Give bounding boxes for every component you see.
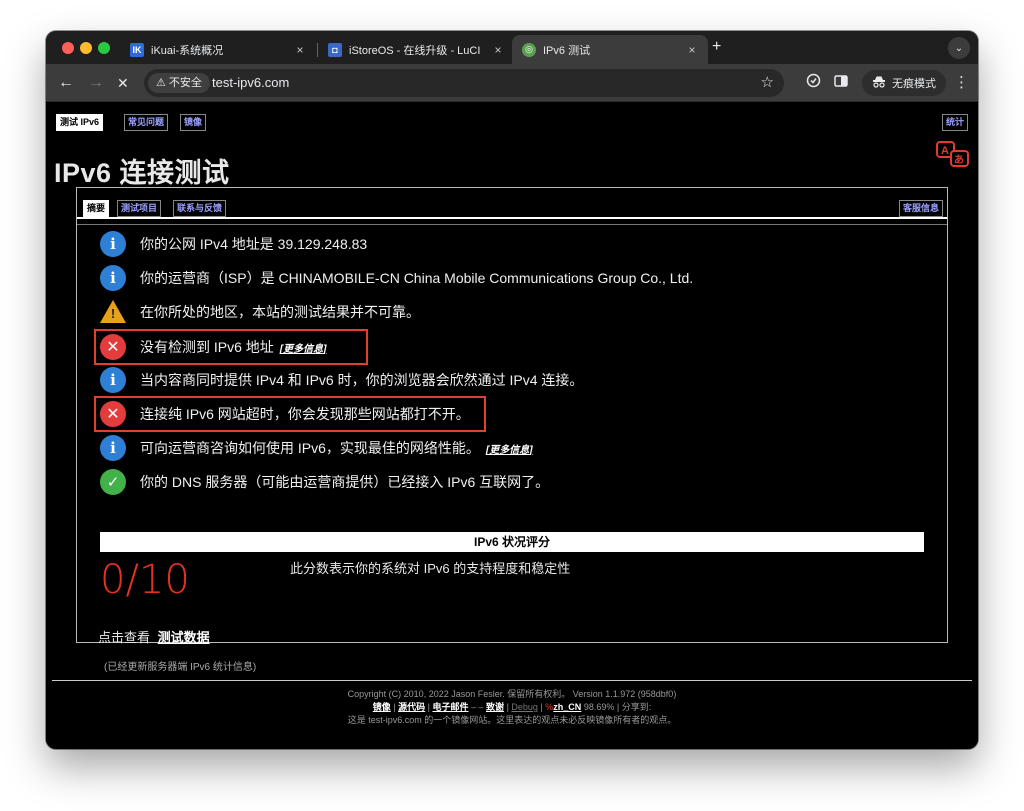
stats-updated-note: (已经更新服务器端 IPv6 统计信息) (104, 662, 257, 673)
page-content: 测试 IPv6 常见问题 镜像 统计 Aあ IPv6 连接测试 摘要 测试项目 … (46, 103, 978, 749)
svg-text:あ: あ (954, 153, 964, 166)
translate-icon[interactable]: Aあ (936, 141, 972, 176)
info-icon: i (100, 435, 126, 461)
tab-title: iStoreOS - 在线升级 - LuCI (349, 44, 481, 57)
ipv6-favicon-icon: ◎ (522, 42, 536, 57)
warning-icon: ⚠ (156, 77, 166, 89)
tab-stats[interactable]: 统计 (942, 114, 969, 131)
incognito-indicator[interactable]: 无痕模式 (862, 70, 946, 96)
tab-faq[interactable]: 常见问题 (124, 114, 169, 131)
result-row-dns: ✓ 你的 DNS 服务器（可能由运营商提供）已经接入 IPv6 互联网了。 (100, 467, 549, 497)
divider (77, 217, 947, 219)
test-data-prefix: 点击查看 (98, 630, 151, 645)
source-link[interactable]: 源代码 (398, 702, 425, 712)
score-value: 0/10 (100, 557, 190, 603)
footer-links: 镜像 | 源代码 | 电子邮件 – – 致谢 | Debug | %zh_CN … (372, 702, 652, 712)
close-tab-icon[interactable]: × (292, 43, 308, 57)
email-link[interactable]: 电子邮件 (432, 702, 468, 712)
tab-search-chevron-icon[interactable]: ⌄ (948, 37, 970, 59)
info-icon: i (100, 265, 126, 291)
browser-window: IK iKuai-系统概况 × ◘ iStoreOS - 在线升级 - LuCI… (46, 31, 978, 749)
copyright-text: Copyright (C) 2010, 2022 Jason Fesler. 保… (347, 689, 677, 699)
incognito-label: 无痕模式 (892, 78, 936, 90)
dash: – (471, 702, 477, 712)
url-text[interactable]: test-ipv6.com (212, 69, 289, 97)
test-data-link[interactable]: 测试数据 (158, 630, 210, 645)
tab-ikuai[interactable]: IK iKuai-系统概况 × (120, 35, 316, 64)
footer: Copyright (C) 2010, 2022 Jason Fesler. 保… (46, 688, 978, 727)
debug-link[interactable]: Debug (511, 702, 538, 712)
thanks-link[interactable]: 致谢 (486, 702, 504, 712)
locale-link[interactable]: zh_CN (553, 702, 581, 712)
tab-ipv6-test[interactable]: ◎ IPv6 测试 × (512, 35, 708, 64)
check-icon: ✓ (100, 469, 126, 495)
result-row-region: ! 在你所处的地区，本站的测试结果并不可靠。 (100, 297, 420, 327)
warning-icon: ! (100, 299, 126, 325)
tab-contact[interactable]: 联系与反馈 (173, 200, 227, 217)
ikuai-favicon-icon: IK (130, 42, 144, 57)
close-tab-icon[interactable]: × (684, 43, 700, 57)
close-tab-icon[interactable]: × (490, 43, 506, 57)
result-row-contact-isp: i 可向运营商咨询如何使用 IPv6，实现最佳的网络性能。 [更多信息] (100, 433, 533, 463)
tab-summary[interactable]: 摘要 (83, 200, 110, 217)
bookmark-star-icon[interactable]: ☆ (761, 73, 774, 91)
tab-support[interactable]: 客服信息 (899, 200, 944, 217)
forward-arrow-icon[interactable]: → (88, 73, 104, 93)
incognito-icon (872, 76, 886, 91)
test-data-line: 点击查看 测试数据 (98, 627, 210, 646)
info-icon: i (100, 367, 126, 393)
result-row-prefer-ipv4: i 当内容商同时提供 IPv4 和 IPv6 时，你的浏览器会欣然通过 IPv4… (100, 365, 583, 395)
locale-percent: 98.69% (583, 702, 615, 712)
new-tab-button[interactable]: + (712, 38, 721, 56)
info-icon: i (100, 231, 126, 257)
svg-text:A: A (941, 145, 949, 157)
result-row-isp: i 你的运营商（ISP）是 CHINAMOBILE-CN China Mobil… (100, 263, 693, 293)
tab-istoreos[interactable]: ◘ iStoreOS - 在线升级 - LuCI × (318, 35, 514, 64)
result-text: 你的 DNS 服务器（可能由运营商提供）已经接入 IPv6 互联网了。 (140, 474, 550, 490)
share-label: 分享到: (621, 702, 652, 712)
score-description: 此分数表示你的系统对 IPv6 的支持程度和稳定性 (290, 561, 571, 576)
tab-test-items[interactable]: 测试项目 (117, 200, 162, 217)
tab-title: iKuai-系统概况 (151, 44, 224, 57)
back-arrow-icon[interactable]: ← (58, 73, 74, 93)
security-label: 不安全 (168, 77, 202, 89)
highlight-box (94, 329, 368, 365)
result-text: 你的运营商（ISP）是 CHINAMOBILE-CN China Mobile … (140, 270, 694, 286)
istoreos-favicon-icon: ◘ (328, 42, 342, 57)
address-bar[interactable]: ⚠ 不安全 test-ipv6.com ☆ (144, 69, 784, 97)
mirror-link[interactable]: 镜像 (373, 702, 391, 712)
page-title: IPv6 连接测试 (54, 158, 230, 188)
tab-mirrors[interactable]: 镜像 (180, 114, 207, 131)
result-text: 当内容商同时提供 IPv4 和 IPv6 时，你的浏览器会欣然通过 IPv4 连… (140, 372, 584, 388)
footer-divider (52, 680, 972, 681)
divider (77, 224, 947, 225)
result-text: 在你所处的地区，本站的测试结果并不可靠。 (140, 304, 420, 320)
close-window-button[interactable] (62, 42, 74, 54)
browser-toolbar: ← → ✕ ⚠ 不安全 test-ipv6.com ☆ 无痕模式 ⋮ (46, 64, 978, 102)
more-info-link[interactable]: [更多信息] (486, 441, 533, 456)
browser-menu-icon[interactable]: ⋮ (954, 73, 969, 91)
highlight-box (94, 396, 486, 432)
side-panel-icon[interactable] (834, 73, 848, 93)
stop-loading-icon[interactable]: ✕ (117, 73, 129, 93)
security-chip[interactable]: ⚠ 不安全 (148, 73, 210, 93)
result-text: 可向运营商咨询如何使用 IPv6，实现最佳的网络性能。 (140, 440, 480, 456)
result-text: 你的公网 IPv4 地址是 39.129.248.83 (140, 236, 368, 252)
extension-icon[interactable] (806, 73, 821, 93)
score-header: IPv6 状况评分 (100, 532, 924, 552)
result-row-ipv4: i 你的公网 IPv4 地址是 39.129.248.83 (100, 229, 367, 259)
tab-strip: IK iKuai-系统概况 × ◘ iStoreOS - 在线升级 - LuCI… (46, 31, 978, 64)
mirror-note: 这是 test-ipv6.com 的一个镜像网站。这里表达的观点未必反映镜像所有… (347, 715, 677, 725)
zoom-window-button[interactable] (98, 42, 110, 54)
minimize-window-button[interactable] (80, 42, 92, 54)
tab-test-ipv6[interactable]: 测试 IPv6 (56, 114, 104, 131)
tab-title: IPv6 测试 (543, 44, 591, 57)
